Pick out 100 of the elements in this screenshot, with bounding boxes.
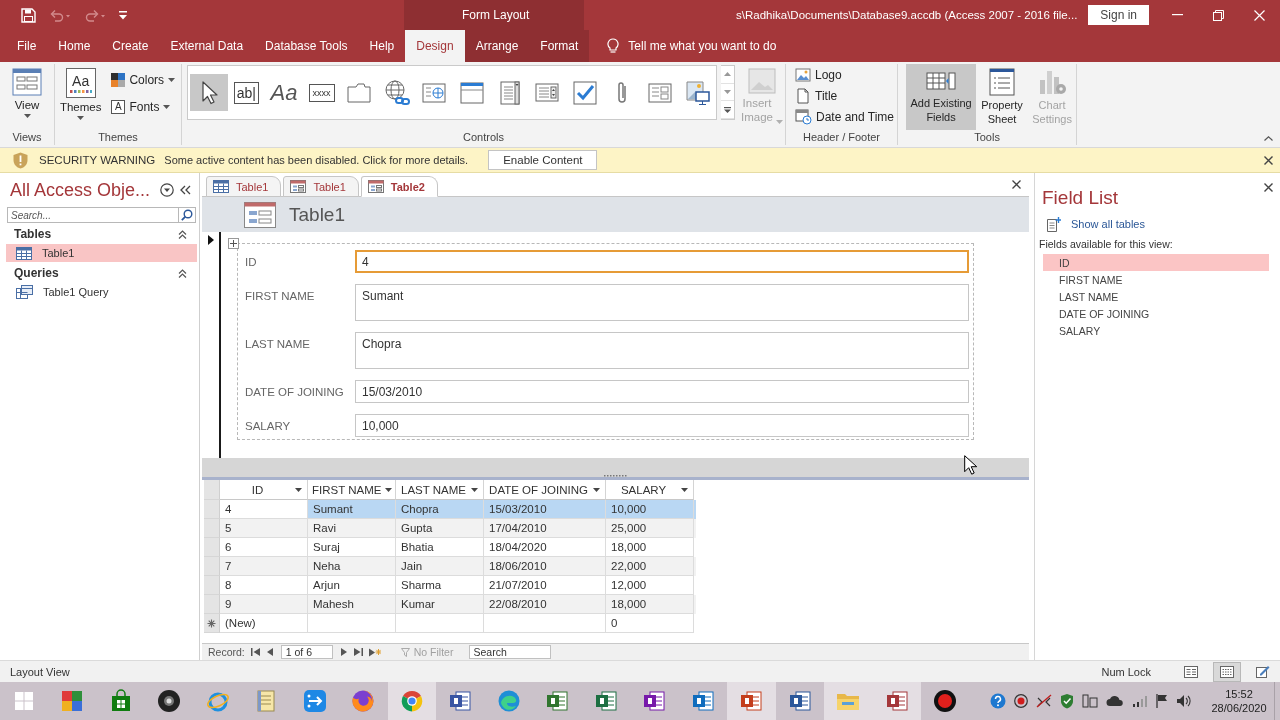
- close-icon[interactable]: [1012, 180, 1021, 189]
- menu-tab[interactable]: Create: [101, 30, 160, 62]
- previous-record-icon[interactable]: [265, 648, 275, 656]
- next-record-icon[interactable]: [338, 648, 348, 656]
- collapse-pane-icon[interactable]: [180, 185, 191, 195]
- new-record-icon[interactable]: [368, 647, 381, 657]
- text-field[interactable]: 15/03/2010: [355, 380, 969, 403]
- document-tab[interactable]: Table1: [283, 176, 359, 197]
- scroll-up-icon[interactable]: [724, 72, 731, 77]
- control-tool-button[interactable]: xxxx: [302, 74, 341, 111]
- move-handle-icon[interactable]: [228, 238, 239, 249]
- last-record-icon[interactable]: [353, 648, 363, 656]
- text-field[interactable]: Chopra: [355, 332, 969, 369]
- menu-tab[interactable]: Database Tools: [254, 30, 359, 62]
- view-switch-button[interactable]: [1213, 661, 1241, 682]
- field-list-item[interactable]: ID: [1043, 254, 1269, 271]
- search-button[interactable]: [178, 207, 196, 223]
- table-row[interactable]: 7 Neha Jain 18/06/2010 22,000: [204, 557, 696, 576]
- save-icon[interactable]: [21, 7, 36, 23]
- security-warning-message[interactable]: Some active content has been disabled. Click for more details.: [164, 154, 469, 166]
- menu-tab[interactable]: External Data: [159, 30, 255, 62]
- table-row[interactable]: 5 Ravi Gupta 17/04/2010 25,000: [204, 519, 696, 538]
- menu-tab[interactable]: Design: [405, 30, 465, 62]
- dropdown-circle-icon[interactable]: [160, 183, 174, 197]
- image-icon: [683, 78, 712, 107]
- field-list-item[interactable]: LAST NAME: [1043, 288, 1269, 305]
- column-header[interactable]: SALARY: [606, 480, 694, 500]
- customize-icon[interactable]: [119, 10, 127, 20]
- nav-group-header[interactable]: Tables: [0, 224, 199, 244]
- column-header[interactable]: FIRST NAME: [308, 480, 396, 500]
- control-tool-button[interactable]: [190, 74, 228, 111]
- title-button[interactable]: Title: [792, 85, 898, 106]
- shield-check-icon[interactable]: [1060, 693, 1074, 709]
- taskbar-button[interactable]: [872, 682, 921, 720]
- cloud-icon[interactable]: [1106, 695, 1124, 707]
- fonts-button[interactable]: A Fonts: [108, 96, 179, 117]
- page-icon: [795, 87, 811, 104]
- themes-button[interactable]: Aa Themes: [57, 64, 104, 122]
- record-icon[interactable]: [1014, 694, 1028, 708]
- form-view-icon: [12, 68, 42, 96]
- help-icon[interactable]: [990, 693, 1006, 709]
- flag-icon[interactable]: [1156, 694, 1168, 708]
- nav-group-header[interactable]: Queries: [0, 263, 199, 283]
- column-header[interactable]: LAST NAME: [396, 480, 484, 500]
- table-row[interactable]: 9 Mahesh Kumar 22/08/2010 18,000: [204, 595, 696, 614]
- document-tab[interactable]: Table2: [360, 176, 438, 197]
- network-icon[interactable]: [1036, 694, 1052, 708]
- text-field[interactable]: 10,000: [355, 414, 969, 437]
- control-tool-button[interactable]: ab|: [227, 74, 266, 111]
- form-icon: [290, 180, 307, 193]
- navigation-pane-title[interactable]: All Access Obje...: [10, 179, 151, 201]
- device-icon[interactable]: [1082, 694, 1098, 708]
- menu-tab[interactable]: File: [6, 30, 48, 62]
- clock[interactable]: 15:52 28/06/2020: [1208, 687, 1270, 715]
- column-header[interactable]: DATE OF JOINING: [484, 480, 606, 500]
- logo-button[interactable]: Logo: [792, 64, 898, 85]
- sign-in-button[interactable]: Sign in: [1088, 5, 1149, 25]
- property-sheet-button[interactable]: Property Sheet: [978, 64, 1027, 130]
- scroll-down-icon[interactable]: [724, 90, 731, 94]
- table-row[interactable]: 6 Suraj Bhatia 18/04/2020 18,000: [204, 538, 696, 557]
- signal-icon[interactable]: [1132, 695, 1148, 707]
- speaker-icon[interactable]: [1176, 694, 1192, 708]
- menu-tab[interactable]: Arrange: [464, 30, 530, 62]
- taskbar-button[interactable]: [727, 682, 776, 720]
- menu-tab[interactable]: Help: [358, 30, 406, 62]
- minimize-icon[interactable]: [1172, 14, 1183, 16]
- table-row[interactable]: 4 Sumant Chopra 15/03/2010 10,000: [204, 500, 696, 519]
- text-field[interactable]: 4: [355, 250, 969, 273]
- menu-tab[interactable]: Home: [47, 30, 102, 62]
- date-and-time-button[interactable]: Date and Time: [792, 106, 898, 127]
- close-icon[interactable]: [1264, 183, 1273, 192]
- search-field[interactable]: Search: [469, 645, 552, 659]
- field-list-item[interactable]: SALARY: [1043, 322, 1269, 339]
- menu-tab[interactable]: Format: [529, 30, 590, 62]
- control-tool-button[interactable]: Aa: [265, 74, 303, 111]
- close-icon[interactable]: [1264, 155, 1273, 165]
- tell-me-field[interactable]: Tell me what you want to do: [628, 39, 809, 53]
- field-list-item[interactable]: FIRST NAME: [1043, 271, 1269, 288]
- search-field[interactable]: Search...: [7, 207, 178, 223]
- table-icon: [16, 246, 32, 260]
- colors-button[interactable]: Colors: [108, 69, 179, 90]
- record-number-field[interactable]: 1 of 6: [280, 645, 333, 659]
- first-record-icon[interactable]: [250, 648, 260, 656]
- column-header[interactable]: ID: [220, 480, 308, 500]
- document-tab[interactable]: Table1: [206, 176, 282, 197]
- add-existing-fields-button[interactable]: Add Existing Fields: [906, 64, 977, 130]
- gallery-more-icon[interactable]: [724, 106, 731, 113]
- show-all-tables-link[interactable]: Show all tables: [1071, 218, 1145, 230]
- enable-content-button[interactable]: Enable Content: [488, 150, 598, 170]
- group-label: Tools: [974, 130, 1000, 145]
- collapse-ribbon-icon[interactable]: [1264, 136, 1273, 141]
- field-list-item[interactable]: DATE OF JOINING: [1043, 305, 1269, 322]
- app-tile-icon: [593, 689, 618, 713]
- table-row[interactable]: 8 Arjun Sharma 21/07/2010 12,000: [204, 576, 696, 595]
- nav-item[interactable]: Table1: [6, 244, 197, 262]
- text-field[interactable]: Sumant: [355, 284, 969, 321]
- restore-icon[interactable]: [1213, 9, 1224, 21]
- view-button[interactable]: View: [10, 64, 44, 120]
- nav-item[interactable]: Table1 Query: [6, 283, 197, 301]
- new-record-row[interactable]: (New) 0: [204, 614, 696, 633]
